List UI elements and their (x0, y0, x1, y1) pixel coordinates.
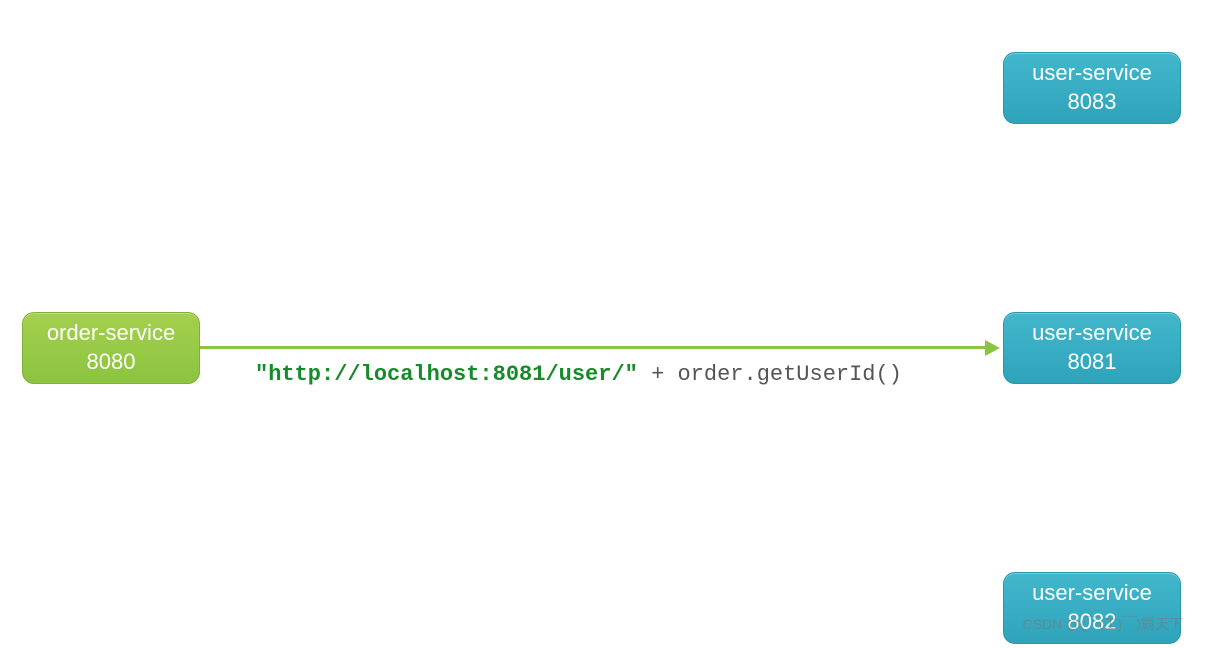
service-name: order-service (47, 319, 175, 348)
user-service-node-8081: user-service 8081 (1003, 312, 1181, 384)
code-expression: + order.getUserId() (638, 362, 902, 387)
service-port: 8081 (1068, 348, 1117, 377)
connection-arrow-head-icon (985, 340, 1000, 356)
service-port: 8080 (87, 348, 136, 377)
user-service-node-8082: user-service 8082 (1003, 572, 1181, 644)
connection-code-label: "http://localhost:8081/user/" + order.ge… (255, 362, 902, 387)
service-port: 8083 (1068, 88, 1117, 117)
service-name: user-service (1032, 59, 1152, 88)
connection-arrow-line (200, 346, 985, 349)
service-name: user-service (1032, 579, 1152, 608)
service-name: user-service (1032, 319, 1152, 348)
service-port: 8082 (1068, 608, 1117, 637)
user-service-node-8083: user-service 8083 (1003, 52, 1181, 124)
order-service-node: order-service 8080 (22, 312, 200, 384)
code-url-literal: "http://localhost:8081/user/" (255, 362, 638, 387)
